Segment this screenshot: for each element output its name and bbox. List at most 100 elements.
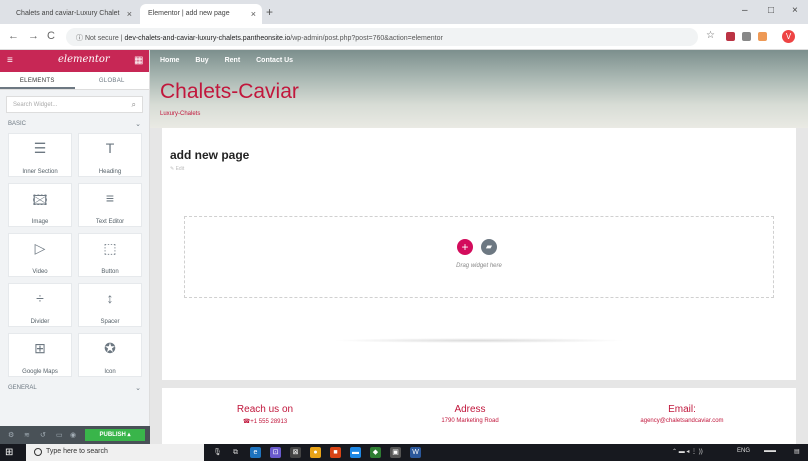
- site-menu: Home Buy Rent Contact Us: [160, 57, 307, 64]
- bookmark-star-icon[interactable]: ☆: [706, 30, 715, 41]
- back-button[interactable]: ←: [8, 30, 19, 42]
- inner-section-icon: ☰: [33, 140, 47, 156]
- notification-icon[interactable]: ▤: [794, 448, 800, 455]
- edit-label: Edit: [175, 166, 185, 172]
- panel-tabs: ELEMENTS GLOBAL: [0, 72, 149, 90]
- close-tab-icon[interactable]: ×: [251, 9, 256, 19]
- empty-section-dropzone[interactable]: + ▰ Drag widget here: [184, 216, 774, 298]
- widget-icon[interactable]: ✪ Icon: [78, 333, 142, 377]
- clock[interactable]: ▬▬: [764, 448, 776, 454]
- search-icon: ⌕: [131, 100, 136, 109]
- new-tab-button[interactable]: +: [266, 5, 273, 19]
- browser-tab-strip: Chalets and caviar-Luxury Chalet × Eleme…: [0, 0, 808, 24]
- elementor-logo: elementor: [58, 54, 110, 65]
- tab-title: Chalets and caviar-Luxury Chalet: [16, 10, 120, 17]
- edit-link[interactable]: ✎ Edit: [170, 166, 184, 172]
- tab-chalets[interactable]: Chalets and caviar-Luxury Chalet ×: [8, 4, 138, 24]
- site-footer: Reach us on ☎+1 555 28913 Adress 1790 Ma…: [162, 388, 796, 444]
- extension-icon[interactable]: [742, 32, 751, 41]
- footer-contact: Reach us on ☎+1 555 28913: [220, 404, 310, 425]
- microphone-icon[interactable]: 🎙: [212, 447, 223, 458]
- profile-avatar[interactable]: V: [782, 30, 795, 43]
- history-icon[interactable]: ↺: [40, 431, 46, 439]
- site-header: Home Buy Rent Contact Us Chalets-Caviar …: [150, 50, 808, 128]
- widget-label: Image: [31, 219, 49, 225]
- cortana-icon: [34, 448, 42, 456]
- widget-image[interactable]: 🖾 Image: [8, 183, 72, 227]
- edge-icon[interactable]: e: [250, 447, 261, 458]
- app-icon[interactable]: ◆: [370, 447, 381, 458]
- widget-label: Google Maps: [22, 369, 58, 375]
- widget-search-input[interactable]: Search Widget... ⌕: [6, 96, 143, 113]
- widget-heading[interactable]: T Heading: [78, 133, 142, 177]
- close-tab-icon[interactable]: ×: [127, 9, 132, 19]
- responsive-icon[interactable]: ▭: [56, 431, 63, 439]
- forward-button[interactable]: →: [28, 30, 39, 42]
- chrome-icon[interactable]: ●: [310, 447, 321, 458]
- word-icon[interactable]: W: [410, 447, 421, 458]
- windows-start-icon[interactable]: ⊞: [5, 447, 13, 458]
- widget-label: Divider: [30, 319, 50, 325]
- elementor-panel: ≡ elementor ▦ ELEMENTS GLOBAL Search Wid…: [0, 50, 150, 444]
- minimize-button[interactable]: –: [742, 5, 748, 16]
- widget-label: Inner Section: [22, 169, 58, 175]
- footer-phone: ☎+1 555 28913: [220, 418, 310, 425]
- widget-google-maps[interactable]: ⊞ Google Maps: [8, 333, 72, 377]
- text-editor-icon: ≡: [105, 190, 115, 206]
- widget-label: Icon: [104, 369, 116, 375]
- taskbar-search[interactable]: Type here to search: [26, 444, 204, 461]
- site-title[interactable]: Chalets-Caviar: [160, 80, 299, 104]
- menu-item-rent[interactable]: Rent: [225, 57, 241, 64]
- publish-button[interactable]: PUBLISH ▴: [85, 429, 145, 441]
- hamburger-menu-icon[interactable]: ≡: [7, 55, 13, 66]
- divider-shadow: [332, 338, 626, 343]
- menu-item-buy[interactable]: Buy: [195, 57, 208, 64]
- menu-item-home[interactable]: Home: [160, 57, 179, 64]
- folder-icon[interactable]: ▬: [350, 447, 361, 458]
- category-general[interactable]: GENERAL ⌄: [0, 377, 149, 395]
- widgets-grid-icon[interactable]: ▦: [134, 55, 143, 66]
- task-view-icon[interactable]: ⧉: [230, 447, 241, 458]
- system-tray-icons[interactable]: ⌃ ▬ ◂ ⋮ )): [672, 448, 703, 455]
- widget-inner-section[interactable]: ☰ Inner Section: [8, 133, 72, 177]
- reload-button[interactable]: C: [47, 30, 55, 42]
- navigator-icon[interactable]: ≋: [24, 431, 30, 439]
- menu-item-contact[interactable]: Contact Us: [256, 57, 293, 64]
- category-basic[interactable]: BASIC ⌄: [0, 113, 149, 131]
- tab-elements[interactable]: ELEMENTS: [0, 72, 75, 89]
- extension-icon[interactable]: [758, 32, 767, 41]
- tab-elementor[interactable]: Elementor | add new page ×: [140, 4, 262, 24]
- language-indicator[interactable]: ENG: [737, 448, 750, 454]
- tab-global[interactable]: GLOBAL: [75, 72, 150, 89]
- app-icon[interactable]: ⊠: [290, 447, 301, 458]
- chevron-down-icon: ⌄: [135, 385, 141, 392]
- tab-title: Elementor | add new page: [148, 10, 230, 17]
- spacer-icon: ↕: [106, 290, 114, 306]
- close-window-button[interactable]: ×: [792, 5, 798, 16]
- image-icon: 🖾: [32, 192, 48, 208]
- widget-button[interactable]: ⬚ Button: [78, 233, 142, 277]
- extension-icon[interactable]: [726, 32, 735, 41]
- footer-value[interactable]: agency@chaletsandcaviar.com: [612, 418, 752, 424]
- widget-divider[interactable]: ÷ Divider: [8, 283, 72, 327]
- preview-eye-icon[interactable]: ◉: [70, 431, 76, 439]
- panel-header: ≡ elementor ▦: [0, 50, 149, 72]
- app-icon[interactable]: ■: [330, 447, 341, 458]
- widget-video[interactable]: ▷ Video: [8, 233, 72, 277]
- add-section-button[interactable]: +: [457, 239, 473, 255]
- widget-label: Button: [101, 269, 119, 275]
- info-icon[interactable]: ⓘ: [76, 35, 83, 42]
- site-tagline: Luxury-Chalets: [160, 111, 201, 117]
- video-icon: ▷: [34, 240, 46, 256]
- page-content: add new page ✎ Edit + ▰ Drag widget here: [162, 128, 796, 380]
- drag-widget-hint: Drag widget here: [456, 263, 502, 269]
- settings-icon[interactable]: ⚙: [8, 431, 14, 439]
- widget-text-editor[interactable]: ≡ Text Editor: [78, 183, 142, 227]
- widget-label: Video: [32, 269, 48, 275]
- maximize-button[interactable]: □: [768, 5, 774, 16]
- add-template-folder-icon[interactable]: ▰: [481, 239, 497, 255]
- widget-spacer[interactable]: ↕ Spacer: [78, 283, 142, 327]
- app-icon[interactable]: ▣: [390, 447, 401, 458]
- app-icon[interactable]: ⊡: [270, 447, 281, 458]
- address-bar[interactable]: ⓘ Not secure | dev-chalets-and-caviar-lu…: [66, 28, 698, 46]
